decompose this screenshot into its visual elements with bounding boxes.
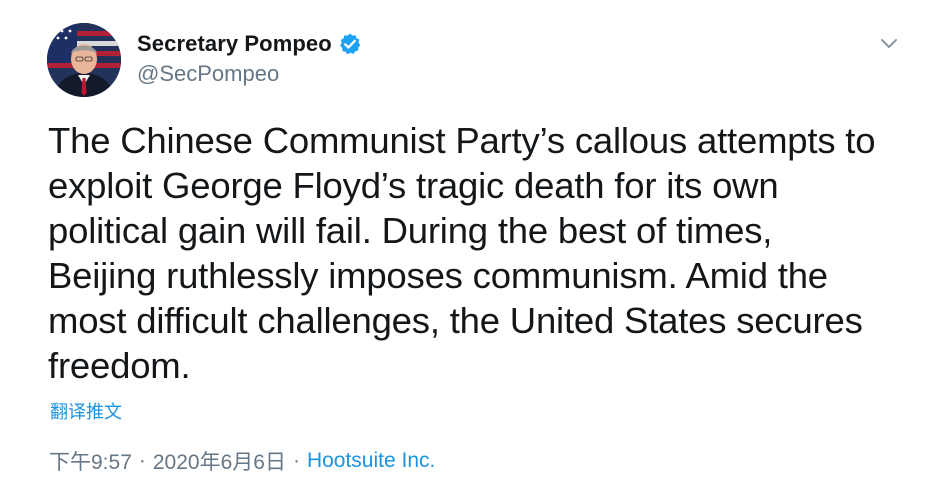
author-display-name[interactable]: Secretary Pompeo	[137, 31, 332, 57]
tweet-card: Secretary Pompeo @SecPompeo The Chinese …	[0, 0, 942, 484]
tweet-source-link[interactable]: Hootsuite Inc.	[307, 449, 435, 473]
tweet-date[interactable]: 2020年6月6日	[153, 446, 286, 476]
author-name-row[interactable]: Secretary Pompeo	[137, 30, 362, 58]
meta-separator: ·	[138, 449, 146, 472]
verified-badge-icon	[338, 32, 362, 56]
meta-separator: ·	[292, 449, 300, 472]
avatar-image	[47, 23, 121, 97]
translate-tweet-link[interactable]: 翻译推文	[50, 398, 122, 424]
tweet-metadata: 下午9:57 · 2020年6月6日 · Hootsuite Inc.	[49, 446, 435, 476]
tweet-time[interactable]: 下午9:57	[49, 446, 132, 476]
tweet-text: The Chinese Communist Party’s callous at…	[48, 120, 876, 386]
avatar[interactable]	[47, 23, 121, 97]
author-handle[interactable]: @SecPompeo	[137, 61, 279, 87]
chevron-down-icon[interactable]	[876, 30, 902, 56]
